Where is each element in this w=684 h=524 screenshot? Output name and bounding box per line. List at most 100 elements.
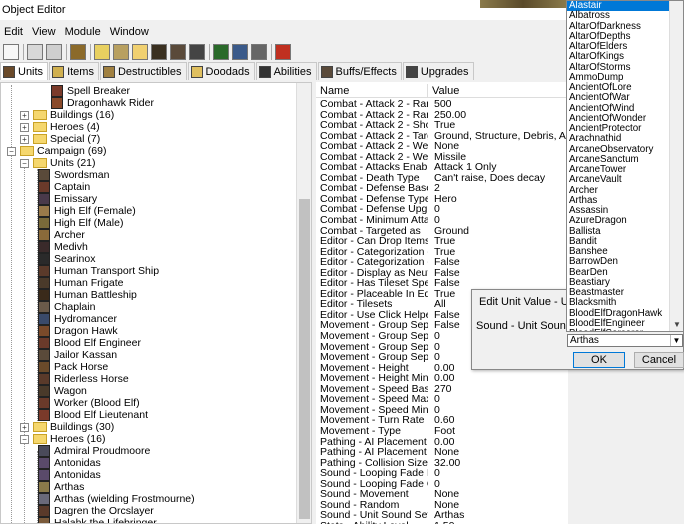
buff-editor-icon[interactable] (170, 44, 186, 60)
tree-unit[interactable]: Jailor Kassan (1, 349, 297, 361)
item-editor-icon[interactable] (94, 44, 110, 60)
dropdown-option[interactable]: Albatross (567, 10, 683, 21)
tree-unit[interactable]: Dagren the Orcslayer (1, 505, 297, 517)
tree-unit[interactable]: Searinox (1, 253, 297, 265)
chevron-down-icon[interactable]: ▼ (670, 335, 682, 346)
tree-scrollbar-thumb[interactable] (299, 199, 310, 519)
tab-doodads[interactable]: Doodads (187, 62, 255, 80)
tab-destructibles[interactable]: Destructibles (99, 62, 187, 80)
tree-unit[interactable]: Antonidas (1, 469, 297, 481)
tree-unit[interactable]: Chaplain (1, 301, 297, 313)
tree-item-label: Antonidas (54, 457, 101, 469)
new-custom-object-icon[interactable] (275, 44, 291, 60)
destructible-editor-icon[interactable] (113, 44, 129, 60)
dropdown-option[interactable]: AzureDragon (567, 215, 683, 226)
tree-unit[interactable]: Arthas (1, 481, 297, 493)
collapse-icon[interactable]: − (7, 147, 16, 156)
menu-edit[interactable]: Edit (0, 22, 28, 42)
tree-unit[interactable]: High Elf (Male) (1, 217, 297, 229)
tree-unit[interactable]: Dragon Hawk (1, 325, 297, 337)
unit-editor-icon[interactable] (70, 44, 86, 60)
tree-unit[interactable]: Archer (1, 229, 297, 241)
tab-abilities[interactable]: Abilities (255, 62, 317, 80)
property-value[interactable]: Can't raise, Does decay (434, 173, 545, 184)
tab-upgrades[interactable]: Upgrades (402, 62, 474, 80)
ok-button[interactable]: OK (573, 352, 625, 368)
upgrade-editor-icon[interactable] (189, 44, 205, 60)
tree-unit[interactable]: Antonidas (1, 457, 297, 469)
tree-folder[interactable]: + Heroes (4) (1, 121, 297, 133)
tree-unit[interactable]: Human Battleship (1, 289, 297, 301)
expand-icon[interactable]: + (20, 123, 29, 132)
menu-window[interactable]: Window (106, 22, 154, 42)
tree-item-label: Riderless Horse (54, 373, 129, 385)
dropdown-option[interactable]: AltarOfKings (567, 51, 683, 62)
tree-folder[interactable]: − Heroes (16) (1, 433, 297, 445)
tree-unit[interactable]: Admiral Proudmoore (1, 445, 297, 457)
property-value[interactable]: 500 (434, 99, 452, 110)
tree-folder[interactable]: + Buildings (16) (1, 109, 297, 121)
tree-unit[interactable]: Emissary (1, 193, 297, 205)
tree-unit[interactable]: Human Frigate (1, 277, 297, 289)
column-value-header[interactable]: Value (428, 84, 568, 98)
property-value[interactable]: Foot (434, 426, 455, 437)
collapse-icon[interactable]: − (20, 435, 29, 444)
tab-items[interactable]: Items (49, 62, 99, 80)
tree-unit[interactable]: Dragonhawk Rider (1, 97, 297, 109)
tree-unit[interactable]: Hydromancer (1, 313, 297, 325)
cancel-button[interactable]: Cancel (634, 352, 684, 368)
doodad-editor-icon[interactable] (132, 44, 148, 60)
dropdown-option[interactable]: AncientOfWar (567, 92, 683, 103)
tree-item-label: Buildings (30) (50, 421, 115, 433)
dropdown-option[interactable]: Arachnathid (567, 133, 683, 144)
dropdown-option[interactable]: Blacksmith (567, 297, 683, 308)
unit-portrait-icon (38, 193, 50, 205)
import-icon[interactable] (232, 44, 248, 60)
ability-editor-icon[interactable] (151, 44, 167, 60)
tree-unit[interactable]: Riderless Horse (1, 373, 297, 385)
collapse-icon[interactable]: − (20, 159, 29, 168)
new-object-icon[interactable] (3, 44, 19, 60)
tree-unit[interactable]: Medivh (1, 241, 297, 253)
property-value[interactable]: 0 (434, 331, 440, 342)
tree-unit[interactable]: Swordsman (1, 169, 297, 181)
search-icon[interactable] (251, 44, 267, 60)
tree-unit[interactable]: Blood Elf Lieutenant (1, 409, 297, 421)
tree-unit[interactable]: Blood Elf Engineer (1, 337, 297, 349)
tree-unit[interactable]: Captain (1, 181, 297, 193)
column-name-header[interactable]: Name (316, 84, 428, 98)
tree-unit[interactable]: Halahk the Lifebringer (1, 517, 297, 523)
dropdown-option[interactable]: ArcaneVault (567, 174, 683, 185)
tree-unit[interactable]: Pack Horse (1, 361, 297, 373)
tree-folder[interactable]: − Units (21) (1, 157, 297, 169)
tree-folder[interactable]: − Campaign (69) (1, 145, 297, 157)
menu-module[interactable]: Module (61, 22, 106, 42)
expand-icon[interactable]: + (20, 135, 29, 144)
tree-unit[interactable]: Wagon (1, 385, 297, 397)
chevron-down-icon[interactable]: ▼ (673, 320, 681, 329)
sound-select[interactable]: Arthas ▼ (567, 334, 683, 347)
tree-scrollbar[interactable] (296, 83, 311, 523)
property-value[interactable]: 0 (434, 215, 440, 226)
tree-unit[interactable]: Spell Breaker (1, 85, 297, 97)
menu-view[interactable]: View (28, 22, 61, 42)
copy-icon[interactable] (27, 44, 43, 60)
tab-buffs-effects[interactable]: Buffs/Effects (317, 62, 402, 80)
tree-unit[interactable]: Arthas (wielding Frostmourne) (1, 493, 297, 505)
export-icon[interactable] (213, 44, 229, 60)
property-value[interactable]: None (434, 447, 459, 458)
tree-unit[interactable]: High Elf (Female) (1, 205, 297, 217)
tree-folder[interactable]: + Special (7) (1, 133, 297, 145)
expand-icon[interactable]: + (20, 423, 29, 432)
tree-unit[interactable]: Worker (Blood Elf) (1, 397, 297, 409)
tree-folder[interactable]: + Buildings (30) (1, 421, 297, 433)
paste-icon[interactable] (46, 44, 62, 60)
tree-unit[interactable]: Human Transport Ship (1, 265, 297, 277)
expand-icon[interactable]: + (20, 111, 29, 120)
tree-item-label: High Elf (Female) (54, 205, 136, 217)
dropdown-option[interactable]: BarrowDen (567, 256, 683, 267)
property-name: Movement - Group Separati... (320, 352, 428, 363)
tab-units[interactable]: Units (0, 62, 49, 80)
dropdown-option[interactable]: BloodElfSorceror (567, 328, 683, 331)
dropdown-scrollbar[interactable]: ▼ (669, 1, 683, 331)
